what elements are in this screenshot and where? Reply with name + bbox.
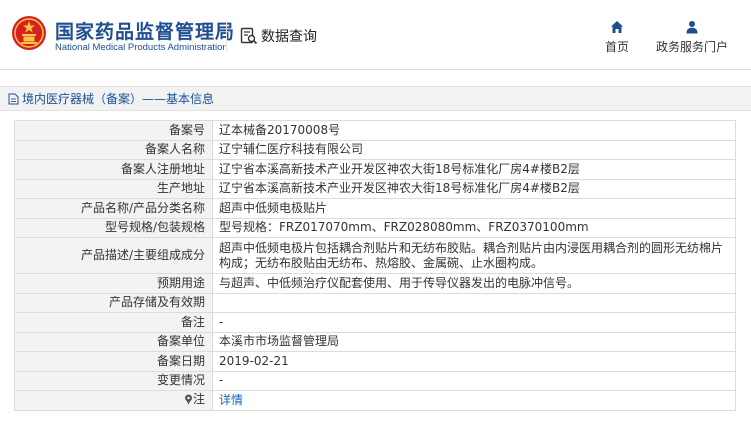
document-search-icon xyxy=(240,27,258,45)
table-row: 预期用途 与超声、中低频治疗仪配套使用、用于传导仪器发出的电脉冲信号。 xyxy=(14,273,736,294)
row-key: 型号规格/包装规格 xyxy=(14,217,213,238)
table-row: 备案日期 2019-02-21 xyxy=(14,351,736,372)
row-key: 变更情况 xyxy=(14,370,213,391)
row-value: 本溪市市场监督管理局 xyxy=(212,331,736,352)
row-key: 备案号 xyxy=(14,120,213,141)
row-value: 辽宁辅仁医疗科技有限公司 xyxy=(212,139,736,160)
nav-home-label: 首页 xyxy=(604,40,629,54)
breadcrumb-bar: 境内医疗器械（备案）——基本信息 xyxy=(0,86,751,111)
user-icon xyxy=(686,21,698,34)
row-value: 型号规格：FRZ017070mm、FRZ028080mm、FRZ0370100m… xyxy=(212,217,736,238)
table-row: 产品名称/产品分类名称 超声中低频电极贴片 xyxy=(14,198,736,219)
table-row: 备案号 辽本械备20170008号 xyxy=(14,120,736,141)
note-key-label: 注 xyxy=(192,391,205,406)
table-row: 生产地址 辽宁省本溪高新技术产业开发区神农大街18号标准化厂房4#楼B2层 xyxy=(14,178,736,199)
row-value: 辽宁省本溪高新技术产业开发区神农大街18号标准化厂房4#楼B2层 xyxy=(212,159,736,180)
data-query-link[interactable]: 数据查询 xyxy=(240,26,317,46)
home-icon xyxy=(611,21,623,33)
pin-icon xyxy=(184,394,192,405)
table-row: 备案人名称 辽宁辅仁医疗科技有限公司 xyxy=(14,139,736,160)
record-detail-table: 备案号 辽本械备20170008号 备案人名称 辽宁辅仁医疗科技有限公司 备案人… xyxy=(14,120,736,411)
row-value: 详情 xyxy=(212,390,736,411)
row-key: 预期用途 xyxy=(14,273,213,294)
row-value: 与超声、中低频治疗仪配套使用、用于传导仪器发出的电脉冲信号。 xyxy=(212,273,736,294)
table-row: 备案人注册地址 辽宁省本溪高新技术产业开发区神农大街18号标准化厂房4#楼B2层 xyxy=(14,159,736,180)
note-key: 注 xyxy=(184,392,205,407)
table-row: 备注 - xyxy=(14,312,736,333)
table-row: 型号规格/包装规格 型号规格：FRZ017070mm、FRZ028080mm、F… xyxy=(14,217,736,238)
table-row: 变更情况 - xyxy=(14,370,736,391)
row-value: 辽宁省本溪高新技术产业开发区神农大街18号标准化厂房4#楼B2层 xyxy=(212,178,736,199)
table-row: 产品描述/主要组成成分 超声中低频电极片包括耦合剂贴片和无纺布胶贴。耦合剂贴片由… xyxy=(14,237,736,274)
nav-service-label: 政务服务门户 xyxy=(655,40,728,54)
breadcrumb: 境内医疗器械（备案）——基本信息 xyxy=(22,92,215,106)
data-query-label: 数据查询 xyxy=(261,29,317,45)
row-key: 产品存储及有效期 xyxy=(14,292,213,313)
row-key: 备案日期 xyxy=(14,351,213,372)
row-value: - xyxy=(212,312,736,333)
row-value: 超声中低频电极贴片 xyxy=(212,198,736,219)
row-key: 产品名称/产品分类名称 xyxy=(14,198,213,219)
row-key: 生产地址 xyxy=(14,178,213,199)
row-value: 2019-02-21 xyxy=(212,351,736,372)
row-key: 备注 xyxy=(14,312,213,333)
table-row: 备案单位 本溪市市场监督管理局 xyxy=(14,331,736,352)
row-key: 备案人注册地址 xyxy=(14,159,213,180)
nav-home[interactable]: 首页 xyxy=(601,20,633,55)
table-row-note: 注 详情 xyxy=(14,390,736,411)
document-icon xyxy=(8,93,19,104)
national-emblem-icon xyxy=(12,16,46,50)
row-value: 超声中低频电极片包括耦合剂贴片和无纺布胶贴。耦合剂贴片由内浸医用耦合剂的圆形无纺… xyxy=(212,237,736,274)
row-value: - xyxy=(212,370,736,391)
site-name-cn[interactable]: 国家药品监督管理局 xyxy=(55,17,235,44)
site-name-en[interactable]: National Medical Products Administration xyxy=(55,42,228,53)
nav-service-portal[interactable]: 政务服务门户 xyxy=(652,20,732,55)
row-value xyxy=(212,292,736,313)
row-key: 备案单位 xyxy=(14,331,213,352)
detail-link[interactable]: 详情 xyxy=(219,393,243,407)
row-key: 注 xyxy=(14,390,213,411)
site-header: 国家药品监督管理局 National Medical Products Admi… xyxy=(0,0,751,70)
table-row: 产品存储及有效期 xyxy=(14,292,736,313)
row-value: 辽本械备20170008号 xyxy=(212,120,736,141)
header-divider xyxy=(226,22,227,52)
row-key: 产品描述/主要组成成分 xyxy=(14,237,213,274)
row-key: 备案人名称 xyxy=(14,139,213,160)
